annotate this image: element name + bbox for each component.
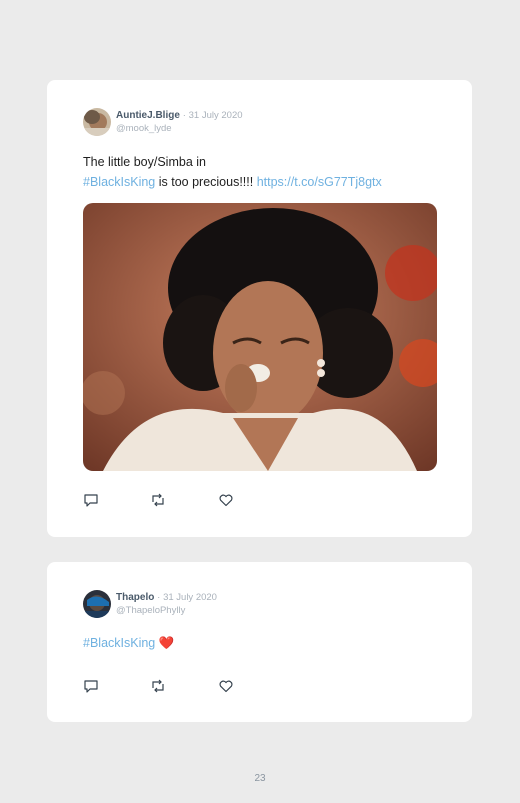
separator-dot: · — [157, 592, 161, 603]
tweet-text-line: #BlackIsKing is too precious!!!! https:/… — [83, 172, 382, 192]
author-handle[interactable]: @ThapeloPhylly — [116, 605, 185, 616]
tweet-actions — [83, 678, 243, 694]
author-name[interactable]: Thapelo — [116, 592, 154, 603]
tweet-card: Thapelo · 31 July 2020 @ThapeloPhylly #B… — [47, 562, 472, 722]
url-link[interactable]: https://t.co/sG77Tj8gtx — [257, 175, 382, 189]
hashtag-link[interactable]: #BlackIsKing — [83, 636, 155, 650]
author-line: AuntieJ.Blige · 31 July 2020 — [116, 110, 243, 121]
reply-icon[interactable] — [83, 492, 99, 508]
heart-icon[interactable] — [218, 678, 234, 694]
reply-icon[interactable] — [83, 678, 99, 694]
heart-icon[interactable] — [218, 492, 234, 508]
author-name[interactable]: AuntieJ.Blige — [116, 110, 180, 121]
hashtag-link[interactable]: #BlackIsKing — [83, 175, 155, 189]
tweet-card: AuntieJ.Blige · 31 July 2020 @mook_lyde … — [47, 80, 472, 537]
tweet-text-line: The little boy/Simba in — [83, 155, 206, 169]
tweet-text: #BlackIsKing ❤️ — [83, 633, 174, 653]
tweet-text-segment: is too precious!!!! — [155, 175, 257, 189]
heart-emoji-icon: ❤️ — [158, 636, 175, 650]
avatar[interactable] — [83, 108, 111, 136]
author-line: Thapelo · 31 July 2020 — [116, 592, 217, 603]
page-number: 23 — [254, 773, 266, 784]
tweet-date: 31 July 2020 — [188, 110, 243, 121]
separator-dot: · — [182, 110, 186, 121]
tweet-media-image[interactable] — [83, 203, 437, 471]
tweet-actions — [83, 492, 243, 508]
tweet-text: The little boy/Simba in #BlackIsKing is … — [83, 152, 382, 192]
avatar[interactable] — [83, 590, 111, 618]
retweet-icon[interactable] — [150, 678, 166, 694]
author-handle[interactable]: @mook_lyde — [116, 123, 172, 134]
tweet-date: 31 July 2020 — [163, 592, 217, 603]
retweet-icon[interactable] — [150, 492, 166, 508]
